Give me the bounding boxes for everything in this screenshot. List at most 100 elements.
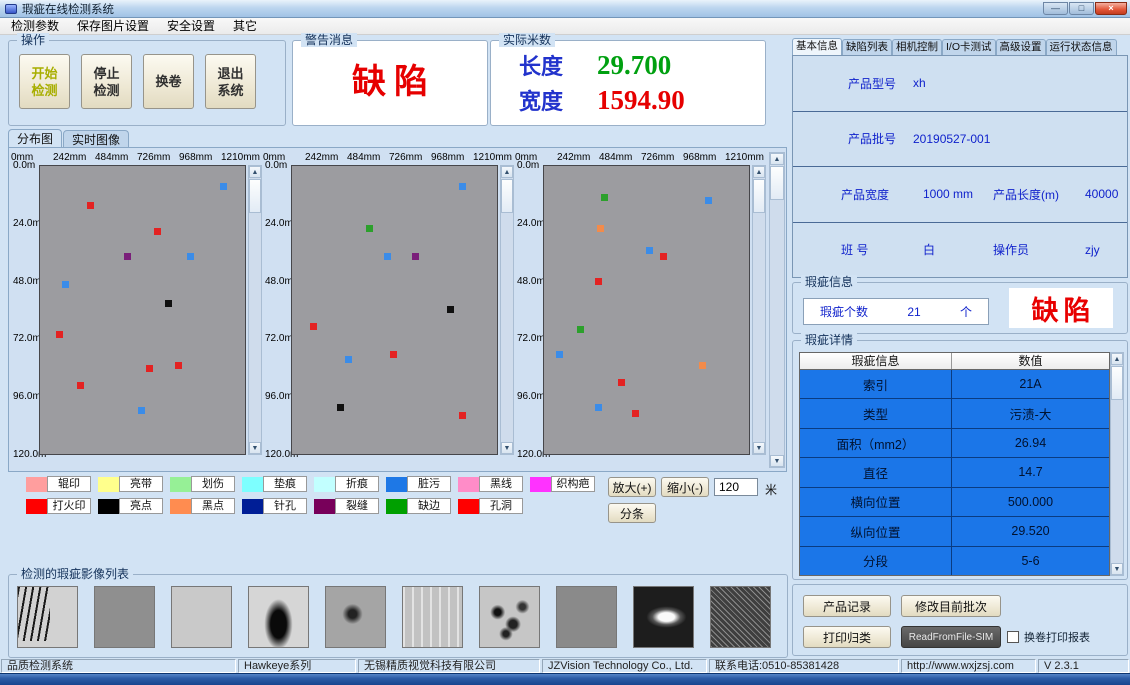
defect-point[interactable]: [618, 379, 625, 386]
defect-point[interactable]: [632, 410, 639, 417]
menu-item[interactable]: 安全设置: [158, 18, 224, 35]
operation-button[interactable]: 退出系统: [205, 54, 256, 109]
view-tab[interactable]: 分布图: [8, 129, 62, 148]
scroll-thumb[interactable]: [249, 179, 261, 213]
table-row[interactable]: 直径14.7: [800, 458, 1109, 487]
operation-button[interactable]: 开始检测: [19, 54, 70, 109]
defect-thumbnail[interactable]: [248, 586, 309, 648]
defect-point[interactable]: [220, 183, 227, 190]
defect-thumbnail[interactable]: [325, 586, 386, 648]
scroll-up-arrow[interactable]: ▲: [1111, 353, 1123, 365]
scroll-down-arrow[interactable]: ▼: [770, 455, 784, 467]
defect-thumbnail[interactable]: [556, 586, 617, 648]
scroll-down-arrow[interactable]: ▼: [1111, 563, 1123, 575]
table-row[interactable]: 横向位置500.000: [800, 488, 1109, 517]
scroll-up-arrow[interactable]: ▲: [753, 166, 765, 178]
defect-point[interactable]: [124, 253, 131, 260]
maximize-button[interactable]: □: [1069, 2, 1094, 15]
defect-point[interactable]: [390, 351, 397, 358]
defect-point[interactable]: [345, 356, 352, 363]
scroll-thumb[interactable]: [753, 179, 765, 213]
scroll-up-arrow[interactable]: ▲: [770, 153, 784, 165]
scroll-up-arrow[interactable]: ▲: [249, 166, 261, 178]
menu-item[interactable]: 保存图片设置: [68, 18, 158, 35]
action-button[interactable]: 打印归类: [803, 626, 891, 648]
defect-point[interactable]: [187, 253, 194, 260]
defect-thumbnail[interactable]: [710, 586, 771, 648]
defect-thumbnail[interactable]: [479, 586, 540, 648]
defect-point[interactable]: [154, 228, 161, 235]
minimize-button[interactable]: —: [1043, 2, 1068, 15]
defect-point[interactable]: [447, 306, 454, 313]
table-row[interactable]: 面积（mm2）26.94: [800, 429, 1109, 458]
print-report-on-roll-change-option[interactable]: 换卷打印报表: [1007, 629, 1090, 645]
action-button[interactable]: ReadFromFile-SIM: [901, 626, 1001, 648]
right-tab[interactable]: I/O卡测试: [942, 39, 996, 55]
defect-point[interactable]: [77, 382, 84, 389]
scroll-thumb[interactable]: [501, 179, 513, 213]
defect-point[interactable]: [705, 197, 712, 204]
defect-point[interactable]: [577, 326, 584, 333]
defect-point[interactable]: [310, 323, 317, 330]
defect-point[interactable]: [56, 331, 63, 338]
table-row[interactable]: 分段5-6: [800, 547, 1109, 575]
operation-button[interactable]: 停止检测: [81, 54, 132, 109]
defect-point[interactable]: [459, 412, 466, 419]
right-tab[interactable]: 相机控制: [892, 39, 942, 55]
menu-item[interactable]: 检测参数: [2, 18, 68, 35]
defect-thumbnail[interactable]: [633, 586, 694, 648]
scroll-thumb[interactable]: [770, 166, 784, 200]
defect-point[interactable]: [165, 300, 172, 307]
defect-point[interactable]: [62, 281, 69, 288]
windows-taskbar[interactable]: [0, 673, 1130, 685]
defect-point[interactable]: [384, 253, 391, 260]
table-row[interactable]: 纵向位置29.520: [800, 517, 1109, 546]
scroll-down-arrow[interactable]: ▼: [249, 442, 261, 454]
defect-point[interactable]: [597, 225, 604, 232]
right-tab[interactable]: 高级设置: [996, 39, 1046, 55]
defect-point[interactable]: [556, 351, 563, 358]
map-scrollbar[interactable]: ▲ ▼: [769, 152, 785, 468]
defect-point[interactable]: [699, 362, 706, 369]
scroll-down-arrow[interactable]: ▼: [501, 442, 513, 454]
defect-thumbnail[interactable]: [171, 586, 232, 648]
defect-point[interactable]: [595, 404, 602, 411]
defect-point[interactable]: [412, 253, 419, 260]
zoom-out-button[interactable]: 缩小(-): [661, 477, 709, 497]
scroll-down-arrow[interactable]: ▼: [753, 442, 765, 454]
action-button[interactable]: 修改目前批次: [901, 595, 1001, 617]
right-tab[interactable]: 运行状态信息: [1046, 39, 1117, 55]
defect-point[interactable]: [87, 202, 94, 209]
action-button[interactable]: 产品记录: [803, 595, 891, 617]
table-row[interactable]: 类型污渍-大: [800, 399, 1109, 428]
panel-scrollbar[interactable]: ▲▼: [500, 165, 514, 455]
operation-button[interactable]: 换卷: [143, 54, 194, 109]
panel-scrollbar[interactable]: ▲▼: [248, 165, 262, 455]
menu-item[interactable]: 其它: [224, 18, 266, 35]
defect-point[interactable]: [459, 183, 466, 190]
scroll-thumb[interactable]: [1111, 366, 1123, 400]
defect-point[interactable]: [337, 404, 344, 411]
defect-point[interactable]: [601, 194, 608, 201]
checkbox-icon[interactable]: [1007, 631, 1019, 643]
defect-thumbnail[interactable]: [402, 586, 463, 648]
table-row[interactable]: 索引21A: [800, 370, 1109, 399]
split-button[interactable]: 分条: [608, 503, 656, 523]
defect-point[interactable]: [595, 278, 602, 285]
scroll-up-arrow[interactable]: ▲: [501, 166, 513, 178]
zoom-in-button[interactable]: 放大(+): [608, 477, 656, 497]
defect-thumbnail[interactable]: [94, 586, 155, 648]
meters-input[interactable]: [714, 478, 758, 496]
close-button[interactable]: ×: [1095, 2, 1127, 15]
table-scrollbar[interactable]: ▲ ▼: [1110, 352, 1124, 576]
defect-point[interactable]: [366, 225, 373, 232]
right-tab[interactable]: 缺陷列表: [842, 39, 892, 55]
right-tab[interactable]: 基本信息: [792, 38, 842, 55]
title-bar[interactable]: 瑕疵在线检测系统 — □ ×: [0, 0, 1130, 18]
defect-point[interactable]: [660, 253, 667, 260]
defect-thumbnail[interactable]: [17, 586, 78, 648]
defect-point[interactable]: [175, 362, 182, 369]
defect-point[interactable]: [646, 247, 653, 254]
panel-scrollbar[interactable]: ▲▼: [752, 165, 766, 455]
defect-point[interactable]: [146, 365, 153, 372]
